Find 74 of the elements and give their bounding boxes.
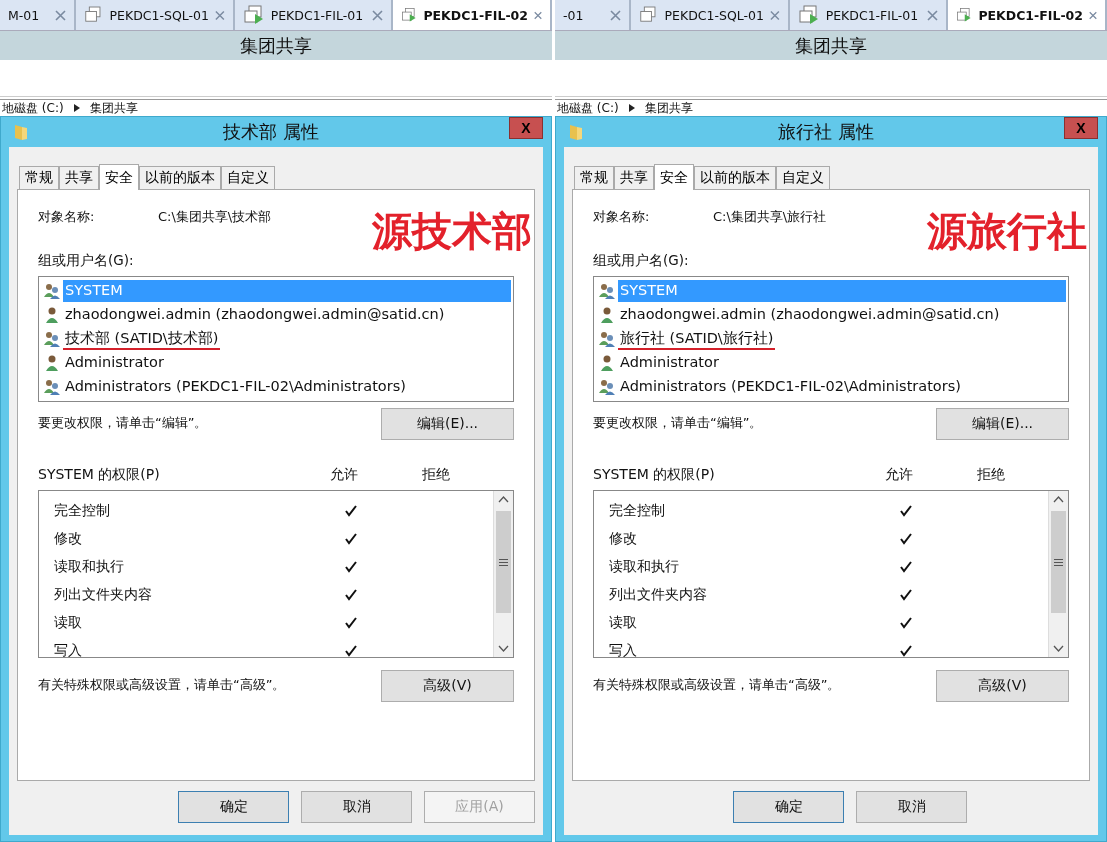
permission-name: 完全控制 [609, 502, 666, 520]
groups-label: 组或用户名(G): [593, 252, 690, 270]
dialog-tab[interactable]: 共享 [59, 166, 99, 189]
close-button[interactable]: X [1064, 117, 1098, 139]
edit-button[interactable]: 编辑(E)... [381, 408, 514, 440]
annotation-text: 源旅行社 [927, 207, 1087, 256]
dialog-tab[interactable]: 安全 [99, 164, 139, 190]
dialog-button[interactable]: 取消 [856, 791, 967, 823]
dialog-tab[interactable]: 自定义 [221, 166, 275, 189]
permission-name: 读取 [54, 614, 83, 632]
edit-button[interactable]: 编辑(E)... [936, 408, 1069, 440]
permission-name: 写入 [609, 642, 638, 657]
column-header: 允许 [885, 466, 914, 484]
permission-name: 读取 [609, 614, 638, 632]
permissions-label: SYSTEM 的权限(P) [38, 466, 161, 484]
permission-name: 完全控制 [54, 502, 111, 520]
breadcrumb-item[interactable]: 集团共享 [644, 100, 693, 116]
vm-tab[interactable]: M-01 [0, 0, 76, 30]
breadcrumb-item[interactable]: 地磁盘 (C:) [557, 100, 619, 116]
dialog-tab[interactable]: 安全 [654, 164, 694, 190]
permission-name: 修改 [609, 530, 638, 548]
dialog-tab[interactable]: 常规 [574, 166, 614, 189]
dialog-tab[interactable]: 常规 [19, 166, 59, 189]
dialog-title: 旅行社 属性 [777, 120, 875, 144]
object-name-label: 对象名称: [38, 208, 96, 226]
permission-name: 列出文件夹内容 [54, 586, 153, 604]
permission-name: 修改 [54, 530, 83, 548]
vm-tab[interactable]: PEKDC1-FIL-01 [789, 0, 949, 30]
edit-hint: 要更改权限，请单击“编辑”。 [38, 414, 208, 432]
breadcrumb-item[interactable]: 地磁盘 (C:) [2, 100, 64, 116]
dialog-tab[interactable]: 自定义 [776, 166, 830, 189]
advanced-button[interactable]: 高级(V) [936, 670, 1069, 702]
user-list-item[interactable]: Administrator [618, 352, 721, 374]
column-header: 拒绝 [422, 466, 451, 484]
dialog-button[interactable]: 确定 [733, 791, 844, 823]
vm-tab[interactable]: PEKDC1-FIL-02 [393, 0, 552, 30]
vm-tab[interactable]: PEKDC1-SQL-01 [631, 0, 790, 30]
advanced-hint: 有关特殊权限或高级设置，请单击“高级”。 [38, 676, 286, 694]
annotation-text: 源技术部 [372, 207, 532, 256]
permission-name: 列出文件夹内容 [609, 586, 708, 604]
permission-name: 读取和执行 [54, 558, 125, 576]
user-list-item[interactable]: zhaodongwei.admin (zhaodongwei.admin@satid.cn) [618, 304, 1002, 326]
edit-hint: 要更改权限，请单击“编辑”。 [593, 414, 763, 432]
breadcrumb-item[interactable]: 集团共享 [89, 100, 138, 116]
column-header: 允许 [330, 466, 359, 484]
close-button[interactable]: X [509, 117, 543, 139]
vm-tab[interactable]: -01 [555, 0, 631, 30]
object-name-value: C:\集团共享\技术部 [158, 208, 272, 226]
permission-name: 写入 [54, 642, 83, 657]
user-list-item[interactable]: Administrator [63, 352, 166, 374]
share-banner: 集团共享 [0, 31, 552, 60]
user-list-item[interactable]: 技术部 (SATID\技术部) [63, 328, 221, 350]
user-list-item[interactable]: 旅行社 (SATID\旅行社) [618, 328, 776, 350]
share-banner: 集团共享 [555, 31, 1107, 60]
column-header: 拒绝 [977, 466, 1006, 484]
user-list-item[interactable]: Administrators (PEKDC1-FIL-02\Administrators) [618, 376, 963, 398]
user-list-item[interactable]: zhaodongwei.admin (zhaodongwei.admin@satid.cn) [63, 304, 447, 326]
user-list-item[interactable]: Administrators (PEKDC1-FIL-02\Administrators) [63, 376, 408, 398]
groups-label: 组或用户名(G): [38, 252, 135, 270]
object-name-value: C:\集团共享\旅行社 [713, 208, 827, 226]
dialog-tab[interactable]: 共享 [614, 166, 654, 189]
advanced-button[interactable]: 高级(V) [381, 670, 514, 702]
vm-tab[interactable]: PEKDC1-FIL-02 [948, 0, 1107, 30]
advanced-hint: 有关特殊权限或高级设置，请单击“高级”。 [593, 676, 841, 694]
dialog-title: 技术部 属性 [222, 120, 320, 144]
permissions-label: SYSTEM 的权限(P) [593, 466, 716, 484]
permission-name: 读取和执行 [609, 558, 680, 576]
dialog-button[interactable]: 取消 [301, 791, 412, 823]
vm-tab[interactable]: PEKDC1-FIL-01 [234, 0, 394, 30]
dialog-tab[interactable]: 以前的版本 [694, 166, 776, 189]
object-name-label: 对象名称: [593, 208, 651, 226]
vm-tab[interactable]: PEKDC1-SQL-01 [76, 0, 235, 30]
dialog-tab[interactable]: 以前的版本 [139, 166, 221, 189]
dialog-button[interactable]: 确定 [178, 791, 289, 823]
